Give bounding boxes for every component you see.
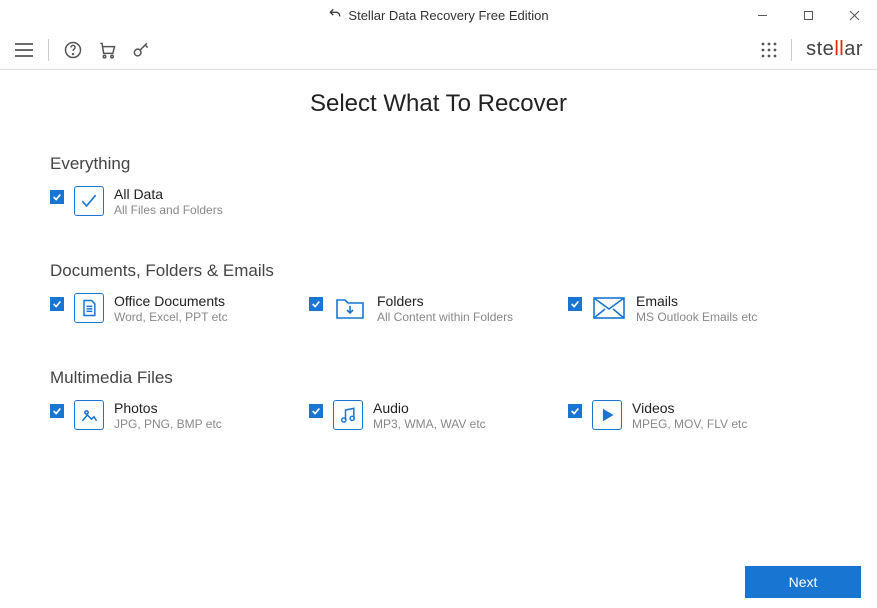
checkbox-emails[interactable] — [568, 297, 582, 311]
section-documents: Documents, Folders & Emails Office Docum… — [50, 261, 827, 324]
undo-icon — [328, 7, 342, 24]
checkbox-audio[interactable] — [309, 404, 323, 418]
item-desc: MPEG, MOV, FLV etc — [632, 417, 747, 431]
toolbar: stellar — [0, 30, 877, 70]
item-desc: All Content within Folders — [377, 310, 513, 324]
item-desc: JPG, PNG, BMP etc — [114, 417, 222, 431]
section-label: Documents, Folders & Emails — [50, 261, 827, 281]
checkbox-photos[interactable] — [50, 404, 64, 418]
title-bar: Stellar Data Recovery Free Edition — [0, 0, 877, 30]
section-label: Multimedia Files — [50, 368, 827, 388]
item-title: Office Documents — [114, 293, 228, 309]
item-photos: Photos JPG, PNG, BMP etc — [50, 400, 309, 431]
item-desc: MS Outlook Emails etc — [636, 310, 757, 324]
item-title: Videos — [632, 400, 747, 416]
page-title: Select What To Recover — [50, 90, 827, 118]
section-label: Everything — [50, 154, 827, 174]
menu-icon[interactable] — [14, 42, 34, 58]
window-title: Stellar Data Recovery Free Edition — [348, 8, 548, 23]
item-all-data: All Data All Files and Folders — [50, 186, 315, 217]
key-icon[interactable] — [131, 40, 151, 60]
minimize-button[interactable] — [739, 0, 785, 30]
item-desc: All Files and Folders — [114, 203, 223, 217]
checkbox-videos[interactable] — [568, 404, 582, 418]
help-icon[interactable] — [63, 40, 83, 60]
item-title: Audio — [373, 400, 486, 416]
item-desc: MP3, WMA, WAV etc — [373, 417, 486, 431]
item-title: All Data — [114, 186, 223, 202]
item-audio: Audio MP3, WMA, WAV etc — [309, 400, 568, 431]
document-icon — [74, 293, 104, 323]
footer: Next — [0, 556, 877, 608]
item-desc: Word, Excel, PPT etc — [114, 310, 228, 324]
item-title: Folders — [377, 293, 513, 309]
envelope-icon — [592, 293, 626, 323]
item-title: Emails — [636, 293, 757, 309]
main-content: Select What To Recover Everything All Da… — [0, 70, 877, 555]
image-icon — [74, 400, 104, 430]
section-everything: Everything All Data All Files and Folder… — [50, 154, 827, 217]
close-button[interactable] — [831, 0, 877, 30]
toolbar-separator — [48, 39, 49, 61]
item-emails: Emails MS Outlook Emails etc — [568, 293, 827, 324]
grid-icon[interactable] — [761, 42, 777, 58]
toolbar-separator — [791, 39, 792, 61]
maximize-button[interactable] — [785, 0, 831, 30]
checkbox-all-data[interactable] — [50, 190, 64, 204]
item-folders: Folders All Content within Folders — [309, 293, 568, 324]
item-office-documents: Office Documents Word, Excel, PPT etc — [50, 293, 309, 324]
item-videos: Videos MPEG, MOV, FLV etc — [568, 400, 827, 431]
window-controls — [739, 0, 877, 30]
folder-icon — [333, 293, 367, 323]
play-icon — [592, 400, 622, 430]
all-data-icon — [74, 186, 104, 216]
music-icon — [333, 400, 363, 430]
window-title-wrap: Stellar Data Recovery Free Edition — [328, 7, 548, 24]
checkbox-folders[interactable] — [309, 297, 323, 311]
brand-logo: stellar — [806, 38, 863, 61]
item-title: Photos — [114, 400, 222, 416]
checkbox-office-documents[interactable] — [50, 297, 64, 311]
section-multimedia: Multimedia Files Photos JPG, PNG, BMP et… — [50, 368, 827, 431]
next-button[interactable]: Next — [745, 566, 861, 598]
cart-icon[interactable] — [97, 40, 117, 60]
